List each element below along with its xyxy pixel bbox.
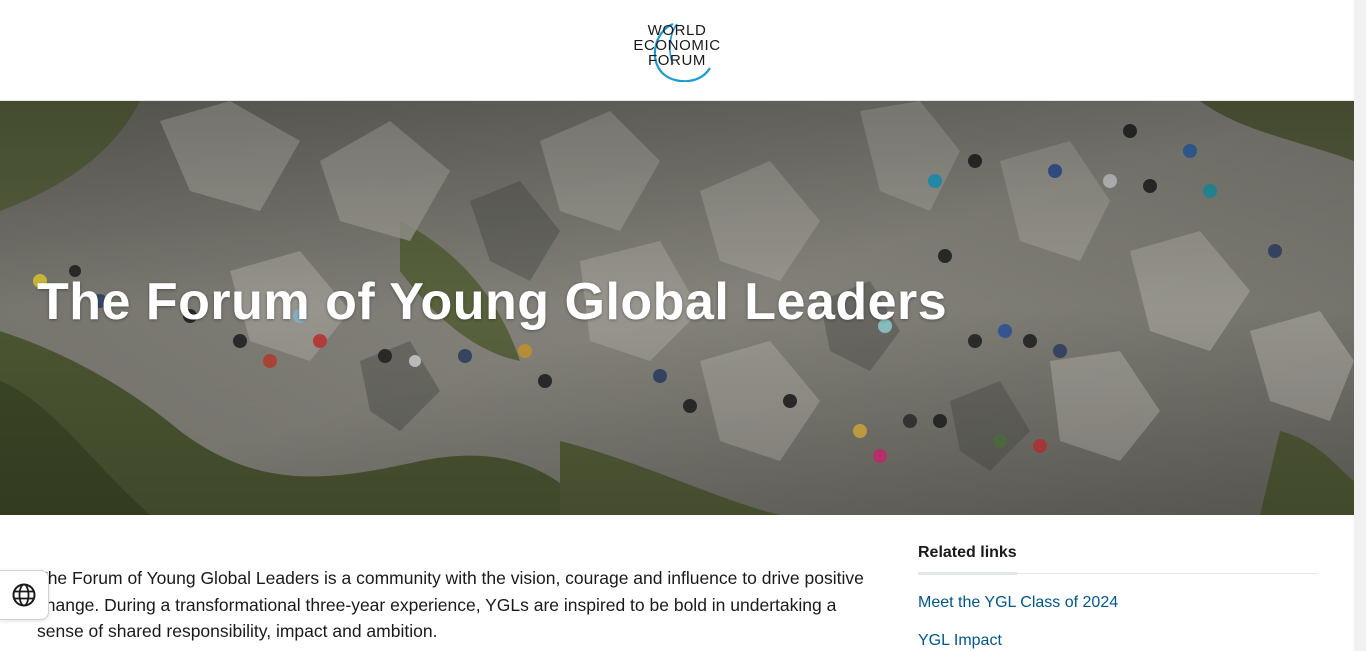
globe-icon bbox=[12, 583, 36, 607]
site-header: WORLD ECONOMIC FORUM bbox=[0, 0, 1354, 101]
hero-banner: The Forum of Young Global Leaders bbox=[0, 101, 1354, 515]
related-links: Related links Meet the YGL Class of 2024… bbox=[918, 544, 1317, 651]
related-link-ygl-class-2024[interactable]: Meet the YGL Class of 2024 bbox=[918, 593, 1317, 613]
related-links-title: Related links bbox=[918, 544, 1017, 575]
page-title: The Forum of Young Global Leaders bbox=[37, 273, 948, 331]
page-scrollbar[interactable] bbox=[1354, 0, 1366, 651]
intro-paragraph: The Forum of Young Global Leaders is a c… bbox=[37, 568, 864, 641]
logo-line-forum: FORUM bbox=[648, 52, 706, 69]
language-button[interactable] bbox=[0, 570, 49, 620]
wef-logo[interactable]: WORLD ECONOMIC FORUM bbox=[626, 18, 728, 82]
related-link-ygl-impact[interactable]: YGL Impact bbox=[918, 631, 1317, 651]
